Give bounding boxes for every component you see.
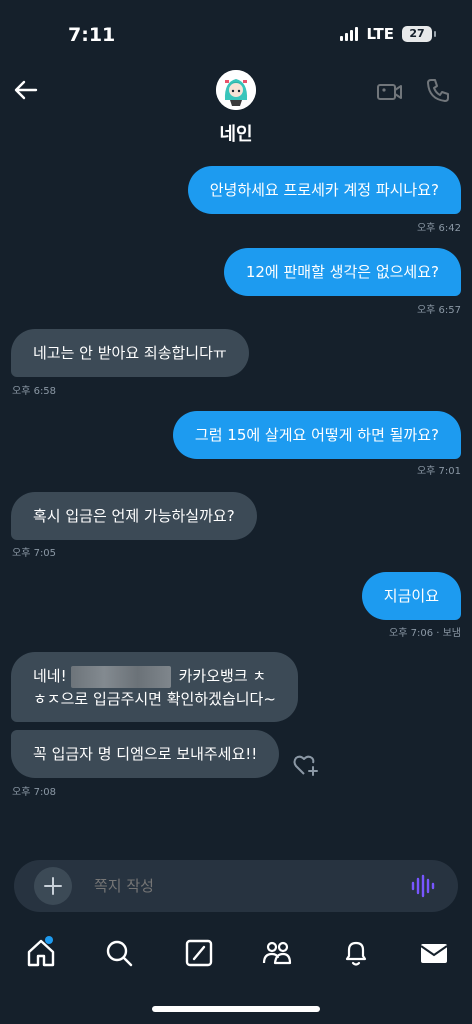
envelope-icon <box>420 944 448 963</box>
plus-icon <box>44 877 62 895</box>
status-time: 7:11 <box>68 24 116 46</box>
message-bubble-outgoing[interactable]: 지금이요 <box>361 572 461 620</box>
add-reaction-button[interactable] <box>292 752 320 778</box>
signal-icon <box>340 27 359 41</box>
avatar[interactable] <box>216 70 256 110</box>
message-bubble-outgoing[interactable]: 안녕하세요 프로세카 계정 파시나요? <box>187 166 461 214</box>
message-line: ㅎㅈ으로 입금주시면 확인하겠습니다~ <box>33 689 276 708</box>
message-timestamp: 오후 6:58 <box>12 386 57 397</box>
contact-name[interactable]: 네인 <box>0 120 472 146</box>
message-bubble-outgoing[interactable]: 그럼 15에 살게요 어떻게 하면 될까요? <box>172 411 461 459</box>
attach-button[interactable] <box>34 867 72 905</box>
message-bubble-incoming[interactable]: 혹시 입금은 언제 가능하실까요? <box>11 492 257 540</box>
message-bubble-outgoing[interactable]: 12에 판매할 생각은 없으세요? <box>223 248 461 296</box>
arrow-left-icon <box>14 80 38 100</box>
video-icon <box>377 84 402 100</box>
communities-icon <box>262 941 292 965</box>
message-composer <box>14 860 458 912</box>
network-type: LTE <box>366 25 394 43</box>
message-bubble-incoming[interactable]: 꼭 입금자 명 디엠으로 보내주세요!! <box>11 730 280 778</box>
conversation-header: 네인 <box>0 62 472 154</box>
voice-wave-icon <box>411 874 435 898</box>
status-indicators: LTE 27 <box>340 25 436 43</box>
voice-message-button[interactable] <box>410 874 436 898</box>
status-bar: 7:11 LTE 27 <box>0 0 472 62</box>
message-text: 네네! <box>33 667 67 685</box>
message-timestamp: 오후 6:42 <box>416 223 461 234</box>
message-text: 카카오뱅크 ㅊ <box>178 667 267 685</box>
redacted-account-number <box>70 665 171 688</box>
audio-call-button[interactable] <box>424 76 452 104</box>
avatar-image <box>216 70 256 110</box>
notification-dot <box>45 936 53 944</box>
message-timestamp: 오후 7:06 · 보냄 <box>389 628 461 639</box>
message-timestamp: 오후 7:01 <box>416 466 461 477</box>
message-timestamp: 오후 7:05 <box>12 548 57 559</box>
message-bubble-incoming[interactable]: 네고는 안 받아요 죄송합니다ㅠ <box>11 329 249 377</box>
video-call-button[interactable] <box>376 78 404 106</box>
tab-search[interactable] <box>104 938 134 968</box>
home-indicator <box>152 1006 320 1012</box>
phone-icon <box>427 79 449 102</box>
message-line: 네네! 카카오뱅크 ㅊ <box>33 665 276 688</box>
bell-icon <box>345 941 367 966</box>
message-timestamp: 오후 6:57 <box>416 305 461 316</box>
battery-icon: 27 <box>402 26 436 42</box>
heart-plus-icon <box>293 755 318 776</box>
back-button[interactable] <box>12 76 40 104</box>
search-icon <box>106 940 133 967</box>
grok-icon <box>185 939 213 967</box>
tab-notifications[interactable] <box>341 938 371 968</box>
message-timestamp: 오후 7:08 <box>12 787 57 798</box>
message-thread: 안녕하세요 프로세카 계정 파시나요? 오후 6:42 12에 판매할 생각은 … <box>0 154 472 854</box>
tab-grok[interactable] <box>184 938 214 968</box>
message-input[interactable] <box>94 860 394 912</box>
message-bubble-incoming[interactable]: 네네! 카카오뱅크 ㅊ ㅎㅈ으로 입금주시면 확인하겠습니다~ <box>11 652 298 722</box>
tab-messages[interactable] <box>419 938 449 968</box>
bottom-tab-bar <box>0 926 472 980</box>
tab-communities[interactable] <box>262 938 292 968</box>
